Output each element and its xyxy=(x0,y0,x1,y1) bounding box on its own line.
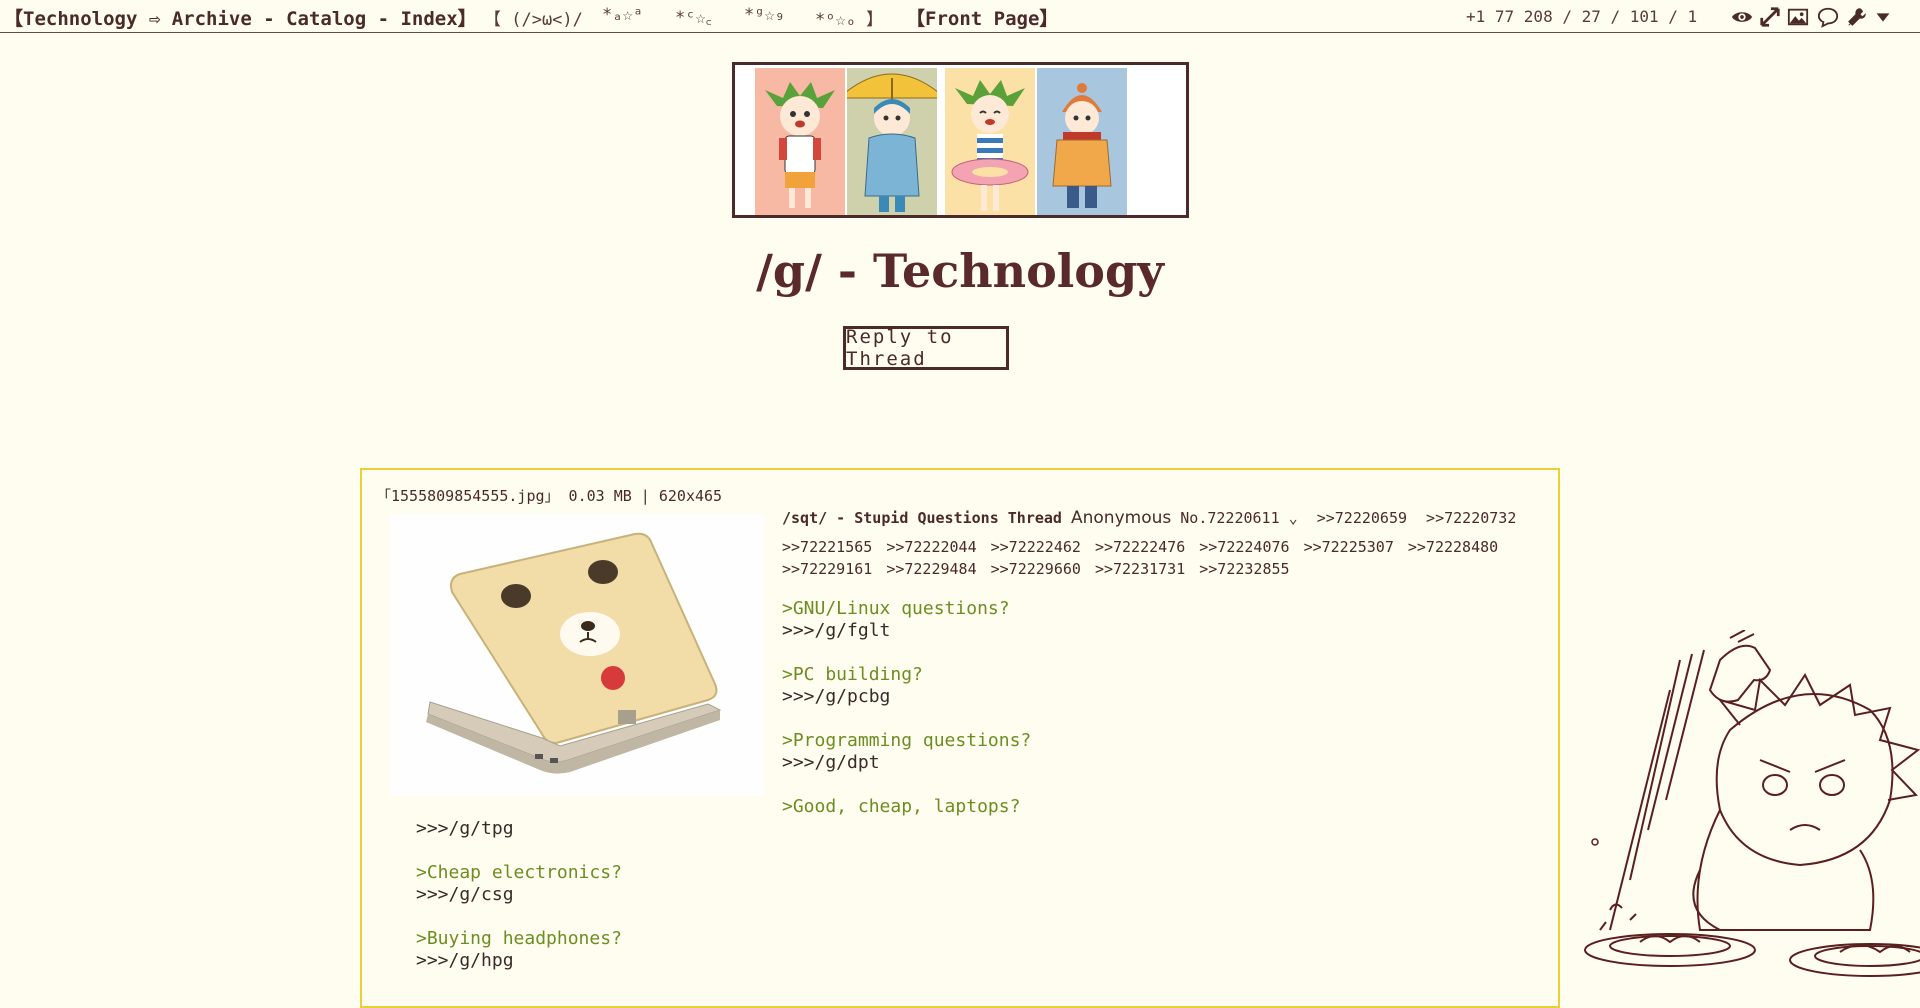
greentext-line: >Cheap electronics? xyxy=(416,862,622,883)
greentext-line: >Programming questions? xyxy=(782,730,1032,751)
reply-to-thread-button[interactable]: Reply to Thread xyxy=(843,326,1009,370)
backlink[interactable]: >>72229161 xyxy=(782,558,872,580)
expand-icon[interactable] xyxy=(1759,6,1781,28)
post-thumbnail-image[interactable] xyxy=(390,514,764,796)
board-link[interactable]: >>>/g/dpt xyxy=(782,752,1031,774)
image-icon[interactable] xyxy=(1787,6,1809,28)
greentext-line: >Good, cheap, laptops? xyxy=(782,796,1021,817)
backlink[interactable]: >>72224076 xyxy=(1199,536,1289,558)
speech-bubble-icon[interactable] xyxy=(1817,6,1839,28)
reply-link[interactable]: >>72220732 xyxy=(1426,509,1516,527)
backlink[interactable]: >>72231731 xyxy=(1095,558,1185,580)
greentext-line: >Buying headphones? xyxy=(416,928,622,949)
post-subject: /sqt/ - Stupid Questions Thread xyxy=(782,509,1062,527)
file-info[interactable]: 「1555809854555.jpg」 0.03 MB | 620x465 xyxy=(376,485,722,506)
kaomoji-decoration-5: *ᵒ☆ₒ 】 xyxy=(815,10,884,30)
mascot-illustration xyxy=(1570,630,1920,996)
banner-character-1 xyxy=(755,68,845,215)
banner-character-2 xyxy=(847,68,937,215)
greentext-line: >GNU/Linux questions? xyxy=(782,598,1010,619)
op-post: 「1555809854555.jpg」 0.03 MB | 620x465 /s… xyxy=(360,468,1560,1008)
board-nav-links[interactable]: 【Technology ⇨ Archive - Catalog - Index】 xyxy=(4,4,477,31)
kaomoji-decoration-4: *ᵍ☆₉ xyxy=(744,5,785,25)
backlink[interactable]: >>72225307 xyxy=(1304,536,1394,558)
top-navigation-bar: 【Technology ⇨ Archive - Catalog - Index】… xyxy=(0,0,1920,33)
board-link[interactable]: >>>/g/pcbg xyxy=(782,686,1031,708)
banner-character-3 xyxy=(945,68,1035,215)
post-body-right: >GNU/Linux questions? >>>/g/fglt >PC bui… xyxy=(782,598,1031,818)
board-banner[interactable] xyxy=(732,62,1189,218)
backlink[interactable]: >>72222462 xyxy=(991,536,1081,558)
backlink[interactable]: >>72221565 xyxy=(782,536,872,558)
backlink[interactable]: >>72222044 xyxy=(886,536,976,558)
backlink[interactable]: >>72228480 xyxy=(1408,536,1498,558)
post-body-left: >>>/g/tpg >Cheap electronics? >>>/g/csg … xyxy=(416,818,622,972)
wrench-icon[interactable] xyxy=(1846,6,1868,28)
greentext-line: >PC building? xyxy=(782,664,923,685)
board-link[interactable]: >>>/g/tpg xyxy=(416,818,622,840)
board-link[interactable]: >>>/g/csg xyxy=(416,884,622,906)
post-header: /sqt/ - Stupid Questions Thread Anonymou… xyxy=(782,508,1516,528)
board-link[interactable]: >>>/g/fglt xyxy=(782,620,1031,642)
board-link[interactable]: >>>/g/hpg xyxy=(416,950,622,972)
board-title: /g/ - Technology xyxy=(756,244,1164,298)
eye-icon[interactable] xyxy=(1731,6,1753,28)
dropdown-arrow-icon[interactable] xyxy=(1872,6,1894,28)
post-number[interactable]: No.72220611 xyxy=(1180,509,1279,527)
backlink[interactable]: >>72229484 xyxy=(886,558,976,580)
kaomoji-decoration-2: *ₐ☆ᵃ xyxy=(602,5,643,25)
reply-link[interactable]: >>72220659 xyxy=(1317,509,1407,527)
backlink[interactable]: >>72229660 xyxy=(991,558,1081,580)
front-page-link[interactable]: 【Front Page】 xyxy=(906,4,1058,31)
backlink[interactable]: >>72232855 xyxy=(1199,558,1289,580)
banner-character-4 xyxy=(1037,68,1127,215)
post-menu-chevron-icon[interactable]: ⌄ xyxy=(1289,509,1298,527)
kaomoji-decoration-1: 【 (/>ω<)/ xyxy=(484,10,583,30)
poster-name: Anonymous xyxy=(1071,508,1172,528)
backlink[interactable]: >>72222476 xyxy=(1095,536,1185,558)
backlinks-list: >>72221565 >>72222044 >>72222462 >>72222476… xyxy=(782,536,1552,580)
thread-stats: +1 77 208 / 27 / 101 / 1 xyxy=(1466,7,1698,26)
kaomoji-decoration-3: *ᶜ☆꜀ xyxy=(675,8,712,28)
